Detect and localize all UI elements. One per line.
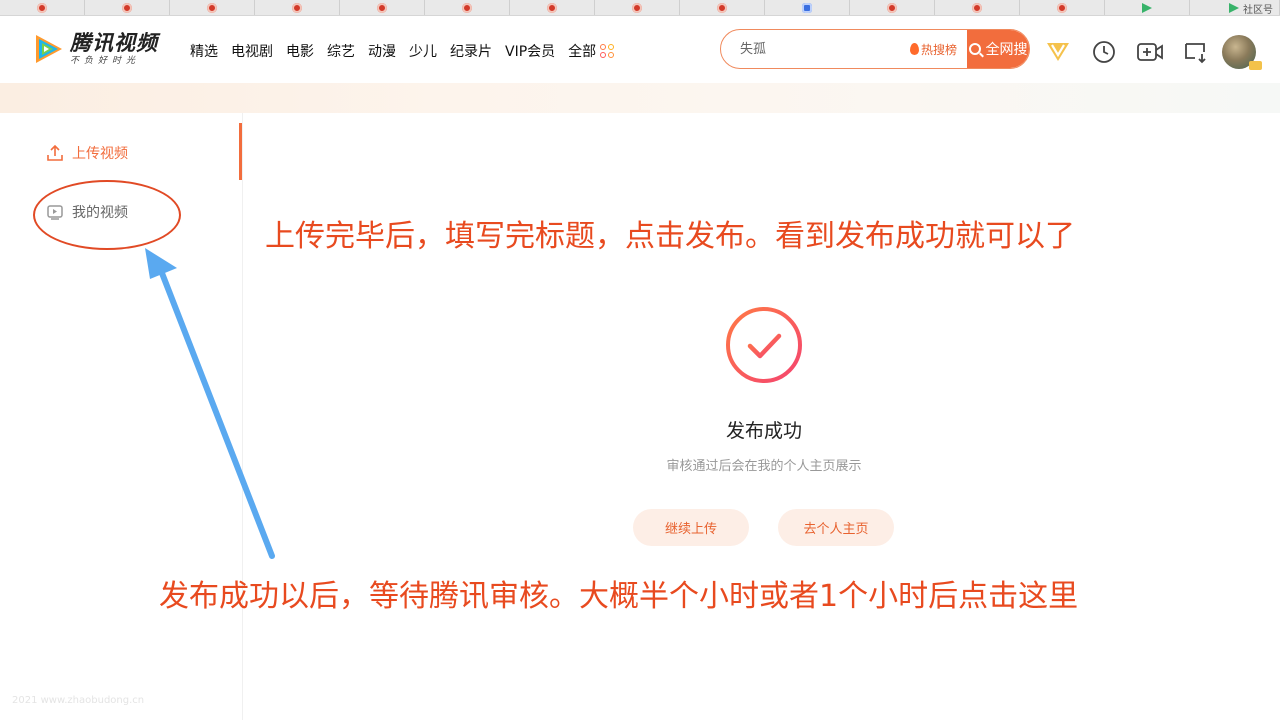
nav-item-all-label: 全部	[568, 44, 597, 60]
annotation-text-top: 上传完毕后，填写完标题，点击发布。看到发布成功就可以了	[265, 219, 1075, 254]
logo-slogan: 不负好时光	[70, 55, 141, 66]
browser-tab[interactable]	[680, 0, 765, 15]
meeting-favicon-icon	[802, 3, 812, 13]
nav-item-documentary[interactable]: 纪录片	[450, 41, 492, 61]
success-subtitle: 审核通过后会在我的个人主页展示	[666, 459, 862, 474]
site-favicon-icon	[547, 3, 557, 13]
main-nav: 精选 电视剧 电影 综艺 动漫 少儿 纪录片 VIP会员 全部	[190, 41, 615, 61]
active-indicator	[239, 123, 242, 180]
tencent-video-favicon-icon	[1229, 3, 1239, 13]
tencent-video-logo-icon	[30, 31, 66, 67]
go-profile-button[interactable]: 去个人主页	[778, 509, 894, 546]
browser-tab[interactable]	[510, 0, 595, 15]
annotation-text-bottom: 发布成功以后，等待腾讯审核。大概半个小时或者1个小时后点击这里	[159, 579, 1079, 614]
search-button-label: 全网搜	[985, 42, 1028, 58]
browser-tab-strip: 社区号	[0, 0, 1280, 16]
site-favicon-icon	[632, 3, 642, 13]
browser-tab[interactable]	[935, 0, 1020, 15]
tencent-video-favicon-icon	[1142, 3, 1152, 13]
browser-tab[interactable]	[1020, 0, 1105, 15]
sidebar-item-upload[interactable]: 上传视频	[46, 143, 128, 163]
browser-tab[interactable]	[765, 0, 850, 15]
hot-search-label: 热搜榜	[921, 42, 958, 57]
watermark: 2021 www.zhaobudong.cn	[12, 695, 145, 706]
category-grid-icon	[600, 44, 615, 58]
nav-item-movie[interactable]: 电影	[286, 41, 314, 61]
site-favicon-icon	[207, 3, 217, 13]
search-icon	[968, 43, 981, 55]
browser-tab[interactable]	[850, 0, 935, 15]
tab-title: 社区号	[1243, 4, 1273, 16]
nav-item-featured[interactable]: 精选	[190, 41, 218, 61]
success-title: 发布成功	[725, 420, 802, 442]
continue-upload-button[interactable]: 继续上传	[633, 509, 749, 546]
logo-name: 腾讯视频	[70, 30, 158, 55]
vip-icon[interactable]	[1044, 38, 1072, 66]
browser-tab[interactable]	[425, 0, 510, 15]
site-favicon-icon	[972, 3, 982, 13]
sidebar-item-label: 上传视频	[72, 146, 128, 162]
nav-item-variety[interactable]: 综艺	[327, 41, 355, 61]
upload-icon	[47, 144, 63, 161]
site-favicon-icon	[377, 3, 387, 13]
site-header: 腾讯视频 不负好时光 精选 电视剧 电影 综艺 动漫 少儿 纪录片 VIP会员 …	[0, 17, 1280, 83]
browser-tab[interactable]	[255, 0, 340, 15]
browser-tab[interactable]	[595, 0, 680, 15]
history-icon[interactable]	[1090, 38, 1118, 66]
nav-item-all[interactable]: 全部	[568, 41, 615, 61]
hot-search-link[interactable]: 热搜榜	[910, 30, 967, 68]
browser-tab[interactable]	[170, 0, 255, 15]
nav-item-anime[interactable]: 动漫	[368, 41, 396, 61]
site-favicon-icon	[122, 3, 132, 13]
site-logo[interactable]: 腾讯视频 不负好时光	[30, 31, 158, 67]
site-favicon-icon	[1057, 3, 1067, 13]
flame-icon	[910, 43, 919, 55]
nav-item-tv[interactable]: 电视剧	[231, 41, 273, 61]
site-favicon-icon	[462, 3, 472, 13]
download-icon[interactable]	[1182, 38, 1210, 66]
success-check-icon	[724, 305, 804, 385]
header-tools	[1044, 35, 1262, 70]
browser-tab[interactable]	[1105, 0, 1190, 15]
nav-item-vip[interactable]: VIP会员	[505, 41, 555, 61]
site-favicon-icon	[717, 3, 727, 13]
search-bar: 热搜榜 全网搜	[720, 29, 1030, 69]
site-favicon-icon	[37, 3, 47, 13]
search-input[interactable]	[721, 30, 910, 68]
search-button[interactable]: 全网搜	[967, 30, 1029, 68]
avatar[interactable]	[1222, 35, 1262, 70]
upload-video-icon[interactable]	[1136, 38, 1164, 66]
header-banner	[0, 83, 1280, 113]
browser-tab[interactable]	[340, 0, 425, 15]
browser-tab[interactable]	[85, 0, 170, 15]
nav-item-kids[interactable]: 少儿	[409, 41, 437, 61]
browser-tab[interactable]	[0, 0, 85, 15]
site-favicon-icon	[292, 3, 302, 13]
annotation-circle	[33, 180, 181, 250]
vip-badge-icon	[1249, 61, 1262, 70]
browser-tab-active[interactable]: 社区号	[1190, 0, 1280, 16]
site-favicon-icon	[887, 3, 897, 13]
